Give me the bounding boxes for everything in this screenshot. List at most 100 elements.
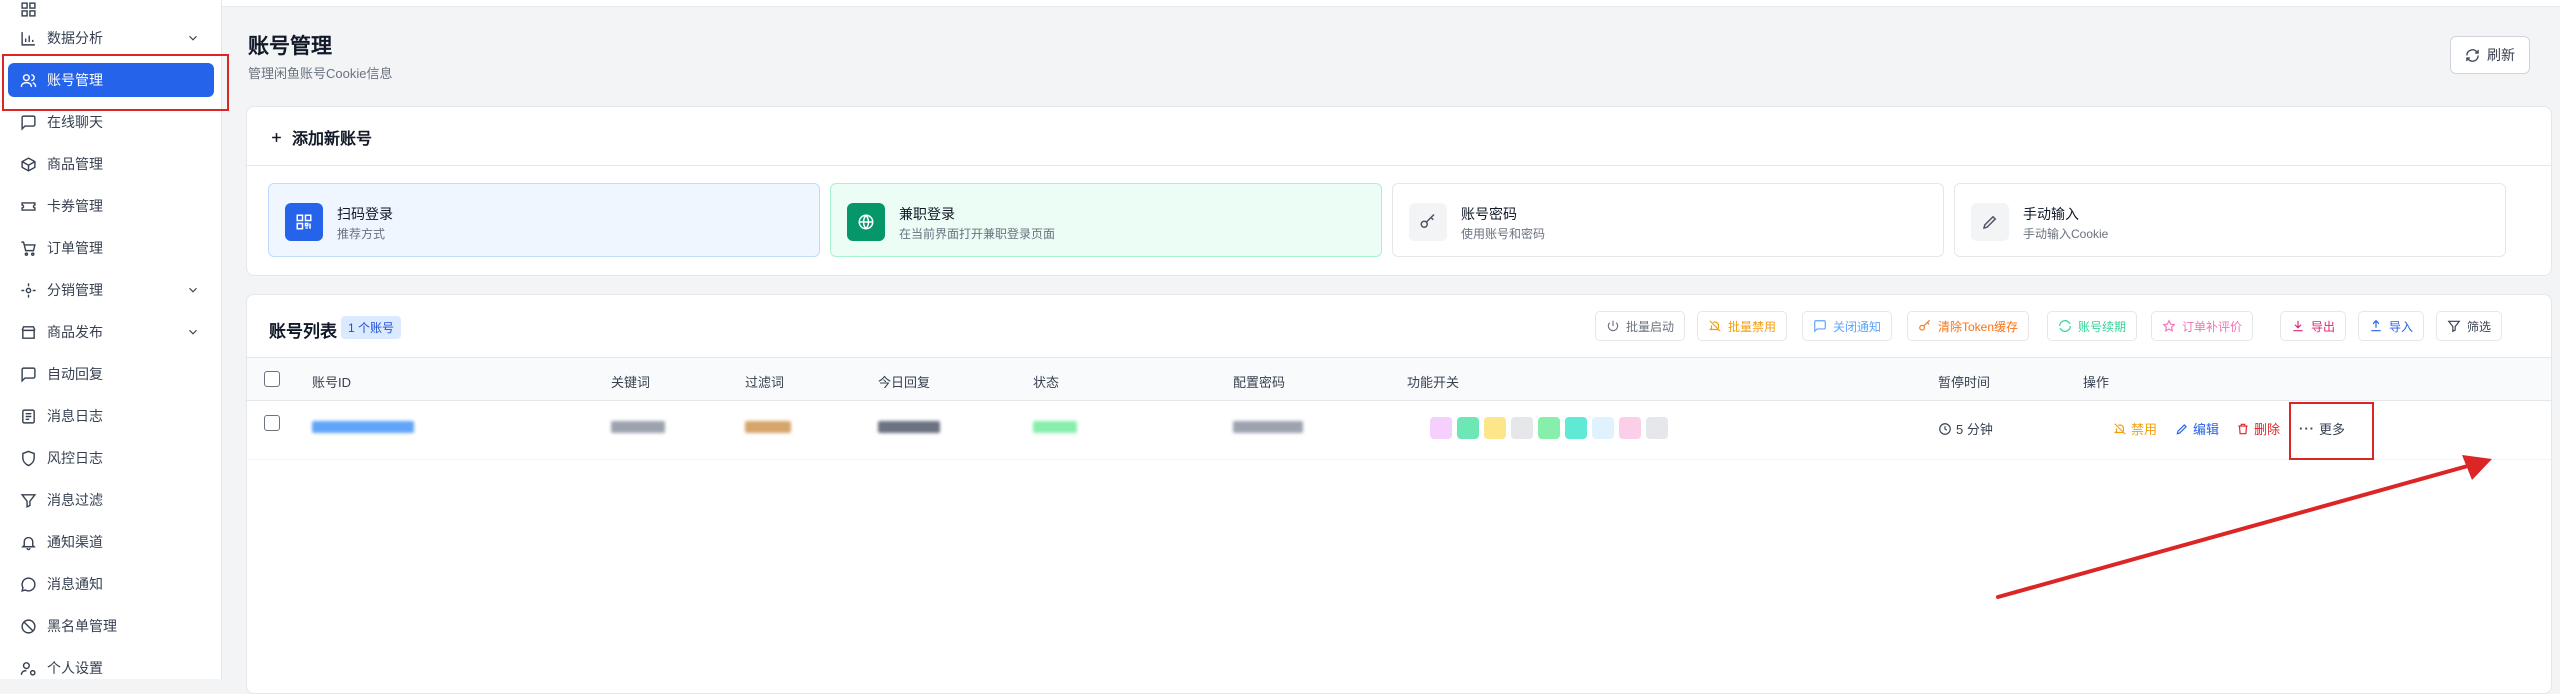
column-header: 关键词 [611,375,651,390]
import-button[interactable]: 导入 [2358,311,2425,341]
table-header: 账号ID 关键词 过滤词 今日回复 状态 配置密码 功能开关 暂停时间 操作 [247,357,2551,401]
parttime-login-icon-wrap [847,203,885,241]
feature-toggle[interactable] [1592,417,1614,439]
feature-toggle[interactable] [1430,417,1452,439]
close-notify-button[interactable]: 关闭通知 [1802,311,1893,341]
refresh-icon [2466,48,2479,62]
chevron-down-icon[interactable] [186,325,200,339]
sidebar-item-message-log[interactable]: 消息日志 [8,399,214,433]
pencil-icon [1982,215,1997,230]
sidebar-item-personal-settings[interactable]: 个人设置 [8,651,214,685]
sidebar-item-label: 商品管理 [47,156,103,172]
sidebar-item-label: 个人设置 [47,660,103,676]
column-header: 配置密码 [1233,375,1286,390]
divider [247,165,2551,166]
option-title: 账号密码 [1461,206,1517,222]
sidebar-item-label: 数据分析 [47,30,103,46]
sidebar-item-risk-log[interactable]: 风控日志 [8,441,214,475]
manual-input-icon-wrap [1971,203,2009,241]
account-renew-button[interactable]: 账号续期 [2047,311,2138,341]
filter-button[interactable]: 筛选 [2436,311,2503,341]
account-id-redacted[interactable] [312,421,414,433]
edit-action[interactable]: 编辑 [2175,419,2219,438]
option-desc: 在当前界面打开兼职登录页面 [899,227,1056,241]
option-desc: 使用账号和密码 [1461,227,1546,241]
feature-toggle[interactable] [1565,417,1587,439]
refresh-label: 刷新 [2487,47,2515,63]
qr-login-icon-wrap [285,203,323,241]
sidebar-item-order-management[interactable]: 订单管理 [8,231,214,265]
status-redacted [1033,421,1077,433]
password-login-option[interactable]: 账号密码 使用账号和密码 [1392,183,1944,257]
sidebar-item-data-analysis[interactable]: 数据分析 [8,21,214,55]
sidebar-item-message-filter[interactable]: 消息过滤 [8,483,214,517]
sidebar-item-auto-reply[interactable]: 自动回复 [8,357,214,391]
order-review-button[interactable]: 订单补评价 [2151,311,2254,341]
chevron-down-icon[interactable] [186,31,200,45]
sidebar-item-product-management[interactable]: 商品管理 [8,147,214,181]
sidebar-item-message-notification[interactable]: 消息通知 [8,567,214,601]
row-checkbox[interactable] [264,415,280,431]
sidebar-item-label: 商品发布 [47,324,103,340]
message-square-icon [1814,320,1826,333]
feature-toggle[interactable] [1538,417,1560,439]
column-header: 今日回复 [878,375,931,390]
feature-toggle[interactable] [1511,417,1533,439]
sidebar-item-label: 消息过滤 [47,492,103,508]
qr-login-option[interactable]: 扫码登录 推荐方式 [268,183,820,257]
sidebar-item-blacklist[interactable]: 黑名单管理 [8,609,214,643]
key-icon [1919,319,1931,331]
bell-off-icon [1708,320,1721,332]
option-title: 手动输入 [2023,206,2079,222]
clear-token-button[interactable]: 清除Token缓存 [1907,311,2030,341]
sidebar-item-label: 卡券管理 [47,198,103,214]
store-icon [21,325,36,339]
upload-icon [2371,319,2381,332]
sidebar-item-label: 消息日志 [47,408,103,424]
export-button[interactable]: 导出 [2280,311,2347,341]
config-password-redacted [1233,421,1303,433]
batch-enable-button[interactable]: 批量启动 [1595,311,1686,341]
feature-toggle[interactable] [1619,417,1641,439]
annotation-arrow [1996,455,2492,599]
chevron-down-icon[interactable] [186,283,200,297]
column-header: 暂停时间 [1938,375,1991,390]
sidebar-item-notification-channel[interactable]: 通知渠道 [8,525,214,559]
log-icon [22,408,35,424]
bar-chart-icon [21,31,35,46]
sidebar-item-label: 黑名单管理 [47,618,117,634]
column-header: 过滤词 [745,375,785,390]
filter-icon [20,493,37,508]
feature-toggle[interactable] [1484,417,1506,439]
bell-icon [21,536,36,550]
user-settings-icon [20,661,36,676]
parttime-login-option[interactable]: 兼职登录 在当前界面打开兼职登录页面 [830,183,1382,257]
chat-bubble-icon [21,114,36,131]
keyword-redacted [611,421,665,433]
batch-disable-button[interactable]: 批量禁用 [1697,311,1788,341]
manual-input-option[interactable]: 手动输入 手动输入Cookie [1954,183,2506,257]
page-subtitle: 管理闲鱼账号Cookie信息 [248,66,393,81]
sidebar-item-coupon-management[interactable]: 卡券管理 [8,189,214,223]
sidebar-item-distribution-management[interactable]: 分销管理 [8,273,214,307]
ticket-icon [21,201,36,211]
page-title: 账号管理 [248,35,332,58]
trash-icon [2238,423,2248,434]
pencil-icon [2176,423,2187,434]
sidebar-item-product-publish[interactable]: 商品发布 [8,315,214,349]
disable-action[interactable]: 禁用 [2113,419,2157,438]
sidebar-item-label: 在线聊天 [47,114,103,130]
network-icon [21,282,36,298]
message-circle-icon [21,576,36,592]
sidebar-item-label: 自动回复 [47,366,103,382]
filter-icon [2447,320,2461,333]
feature-toggle[interactable] [1457,417,1479,439]
filter-word-redacted [745,421,791,433]
delete-action[interactable]: 删除 [2236,419,2280,438]
refresh-button[interactable]: 刷新 [2450,36,2530,74]
feature-toggle[interactable] [1646,417,1668,439]
column-header: 账号ID [312,375,352,390]
column-header: 操作 [2083,375,2110,390]
column-header: 状态 [1033,375,1060,390]
select-all-checkbox[interactable] [264,371,280,387]
